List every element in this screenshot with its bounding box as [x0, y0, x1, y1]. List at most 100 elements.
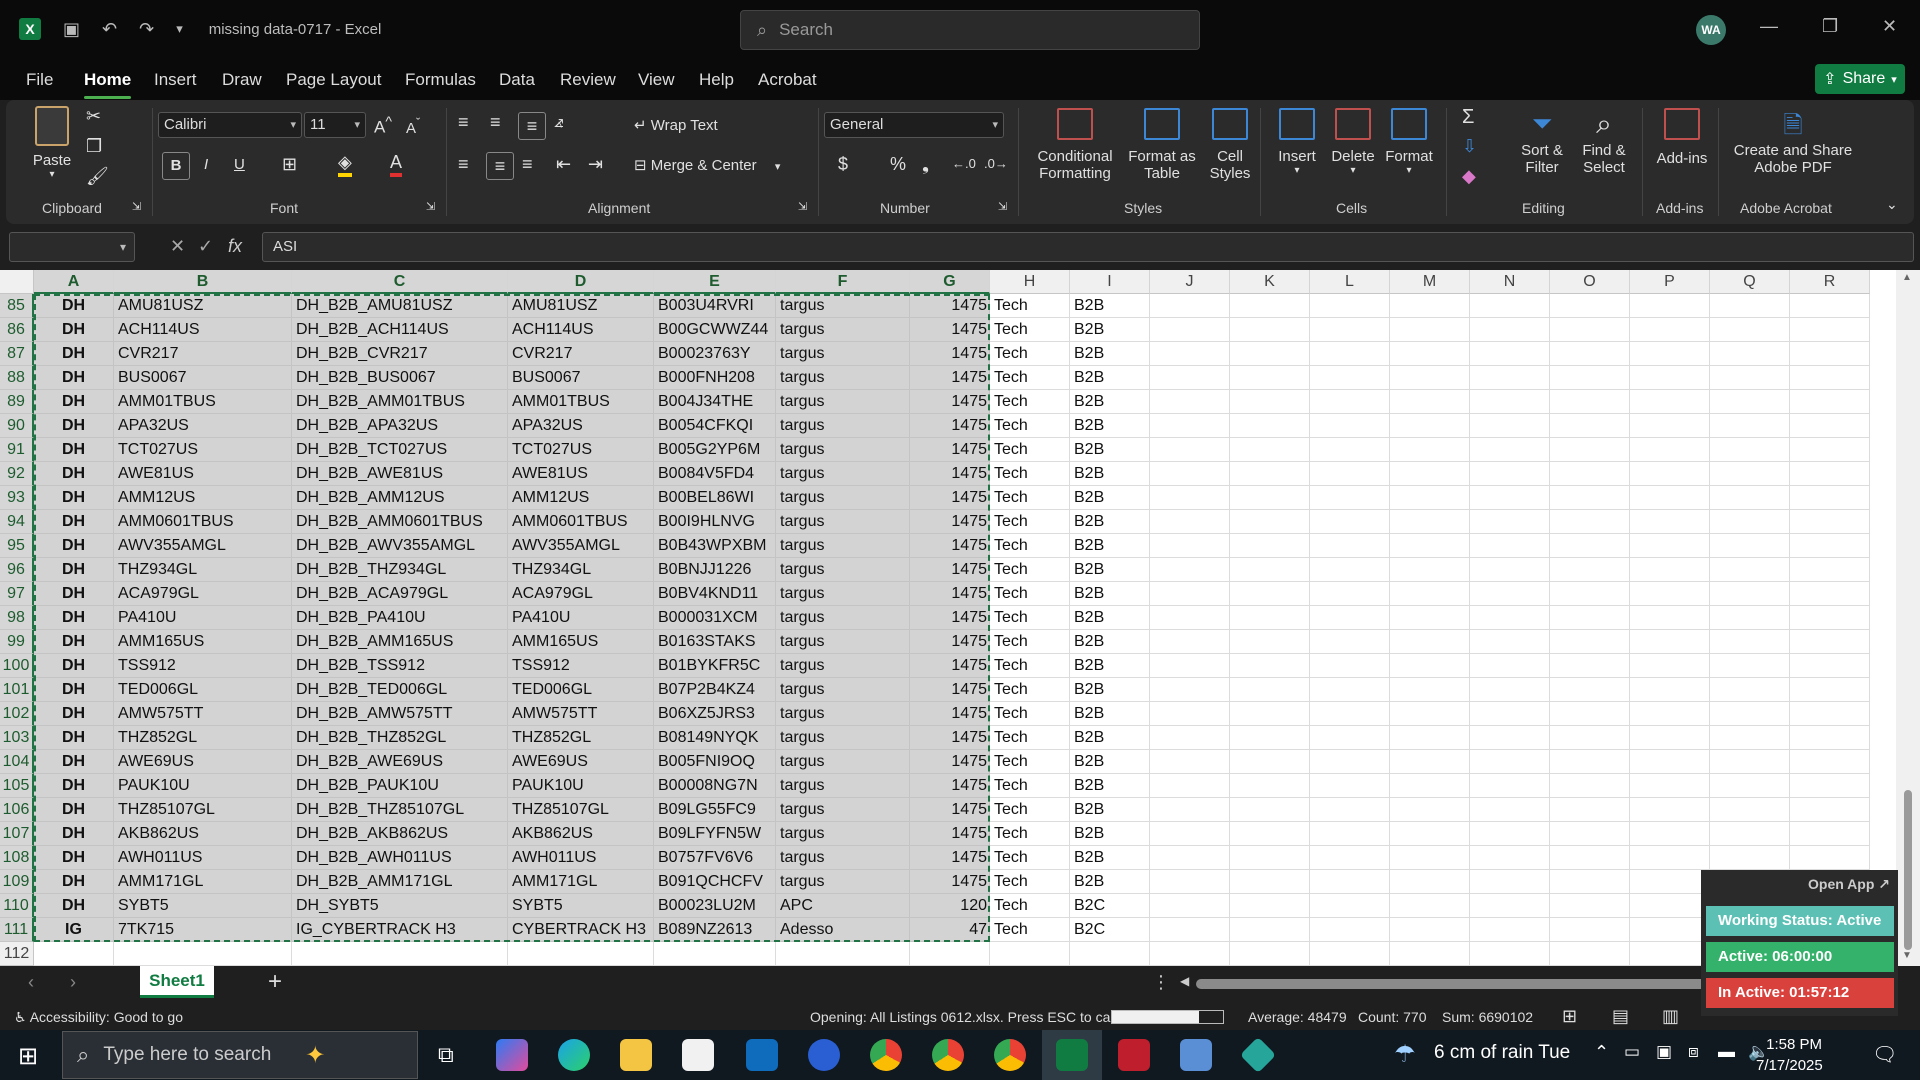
row-header[interactable]: 88 [0, 366, 34, 390]
cell[interactable] [1150, 342, 1230, 366]
tab-formulas[interactable]: Formulas [405, 70, 476, 90]
cell[interactable]: THZ852GL [114, 726, 292, 750]
cell[interactable]: targus [776, 870, 910, 894]
cell[interactable] [1790, 678, 1870, 702]
meet-icon[interactable]: ▣ [1656, 1042, 1672, 1062]
cell[interactable] [1150, 318, 1230, 342]
cell[interactable] [1390, 870, 1470, 894]
cell[interactable]: targus [776, 774, 910, 798]
cell[interactable]: targus [776, 294, 910, 318]
cell[interactable] [1710, 606, 1790, 630]
cell[interactable] [1310, 390, 1390, 414]
cell[interactable]: DH [34, 678, 114, 702]
row-header[interactable]: 108 [0, 846, 34, 870]
cell[interactable]: DH_B2B_ACH114US [292, 318, 508, 342]
cell[interactable] [1310, 342, 1390, 366]
dialog-launcher-icon[interactable]: ⇲ [426, 200, 435, 213]
cell[interactable] [292, 942, 508, 966]
cell[interactable] [1390, 534, 1470, 558]
cell[interactable]: DH_B2B_BUS0067 [292, 366, 508, 390]
cell[interactable]: DH [34, 486, 114, 510]
cell[interactable]: DH [34, 630, 114, 654]
copilot-app-icon[interactable] [496, 1039, 528, 1071]
cell[interactable]: B00023763Y [654, 342, 776, 366]
align-bottom-icon[interactable]: ≡ [518, 112, 546, 140]
cell[interactable] [1150, 558, 1230, 582]
minimize-icon[interactable]: — [1760, 16, 1778, 37]
cell[interactable] [1230, 870, 1310, 894]
cell[interactable]: DH [34, 726, 114, 750]
cell[interactable]: 1475 [910, 846, 990, 870]
font-color-icon[interactable]: A [390, 152, 403, 177]
row-header[interactable]: 94 [0, 510, 34, 534]
cell[interactable] [1230, 798, 1310, 822]
filezilla-app-icon[interactable] [1118, 1039, 1150, 1071]
cell[interactable] [1710, 654, 1790, 678]
tab-insert[interactable]: Insert [154, 70, 197, 90]
taskbar-search-input[interactable]: ⌕ Type here to search ✦ [62, 1031, 418, 1079]
row-header[interactable]: 105 [0, 774, 34, 798]
cell[interactable]: TSS912 [114, 654, 292, 678]
cell[interactable]: ACA979GL [508, 582, 654, 606]
cell[interactable] [1630, 534, 1710, 558]
cell[interactable]: DH [34, 702, 114, 726]
cell[interactable]: AMM171GL [508, 870, 654, 894]
cell[interactable] [1550, 366, 1630, 390]
select-all-button[interactable] [0, 270, 34, 294]
cell[interactable] [1470, 846, 1550, 870]
cell[interactable] [1790, 726, 1870, 750]
wrap-text-button[interactable]: ↵ Wrap Text [634, 116, 718, 134]
normal-view-icon[interactable]: ⊞ [1562, 1006, 1577, 1027]
cell[interactable]: BUS0067 [114, 366, 292, 390]
cell[interactable] [1550, 510, 1630, 534]
cell[interactable] [1230, 774, 1310, 798]
cell[interactable]: DH_B2B_AMW575TT [292, 702, 508, 726]
cell[interactable] [1150, 798, 1230, 822]
cell[interactable] [1550, 390, 1630, 414]
cell[interactable]: targus [776, 438, 910, 462]
cell[interactable]: 120 [910, 894, 990, 918]
column-header-i[interactable]: I [1070, 270, 1150, 294]
cell[interactable] [1470, 942, 1550, 966]
orientation-icon[interactable]: ⦨ [554, 112, 564, 132]
cell[interactable]: B091QCHCFV [654, 870, 776, 894]
vertical-scroll-thumb[interactable] [1904, 790, 1912, 950]
cell[interactable] [1470, 534, 1550, 558]
row-header[interactable]: 91 [0, 438, 34, 462]
align-right-icon[interactable]: ≡ [522, 154, 533, 175]
cell[interactable] [1390, 486, 1470, 510]
cell[interactable] [1550, 654, 1630, 678]
row-header[interactable]: 89 [0, 390, 34, 414]
cell[interactable]: 1475 [910, 582, 990, 606]
cell[interactable] [1710, 342, 1790, 366]
row-header[interactable]: 95 [0, 534, 34, 558]
undo-icon[interactable]: ↶ [102, 19, 117, 40]
cell[interactable] [1550, 750, 1630, 774]
cell[interactable]: DH_SYBT5 [292, 894, 508, 918]
cell[interactable]: B0084V5FD4 [654, 462, 776, 486]
cell[interactable]: AWE69US [508, 750, 654, 774]
cell[interactable] [1550, 774, 1630, 798]
cell[interactable]: DH_B2B_AMM12US [292, 486, 508, 510]
sheet-tab-sheet1[interactable]: Sheet1 [140, 966, 214, 998]
cell[interactable] [1230, 438, 1310, 462]
cell[interactable]: TED006GL [508, 678, 654, 702]
cell[interactable] [1230, 750, 1310, 774]
cell[interactable]: 47 [910, 918, 990, 942]
cell[interactable]: AWH011US [114, 846, 292, 870]
row-header[interactable]: 103 [0, 726, 34, 750]
cell[interactable]: B2C [1070, 894, 1150, 918]
cell[interactable] [1630, 558, 1710, 582]
cell[interactable]: 1475 [910, 702, 990, 726]
cell[interactable] [1470, 918, 1550, 942]
cell[interactable] [1470, 486, 1550, 510]
cell[interactable] [1550, 558, 1630, 582]
cell[interactable]: B2B [1070, 798, 1150, 822]
cut-icon[interactable]: ✂ [86, 106, 101, 127]
column-header-b[interactable]: B [114, 270, 292, 294]
cell[interactable]: B0757FV6V6 [654, 846, 776, 870]
cell[interactable]: B089NZ2613 [654, 918, 776, 942]
cell[interactable]: DH_B2B_PAUK10U [292, 774, 508, 798]
cell[interactable] [1630, 438, 1710, 462]
cell[interactable] [1390, 702, 1470, 726]
